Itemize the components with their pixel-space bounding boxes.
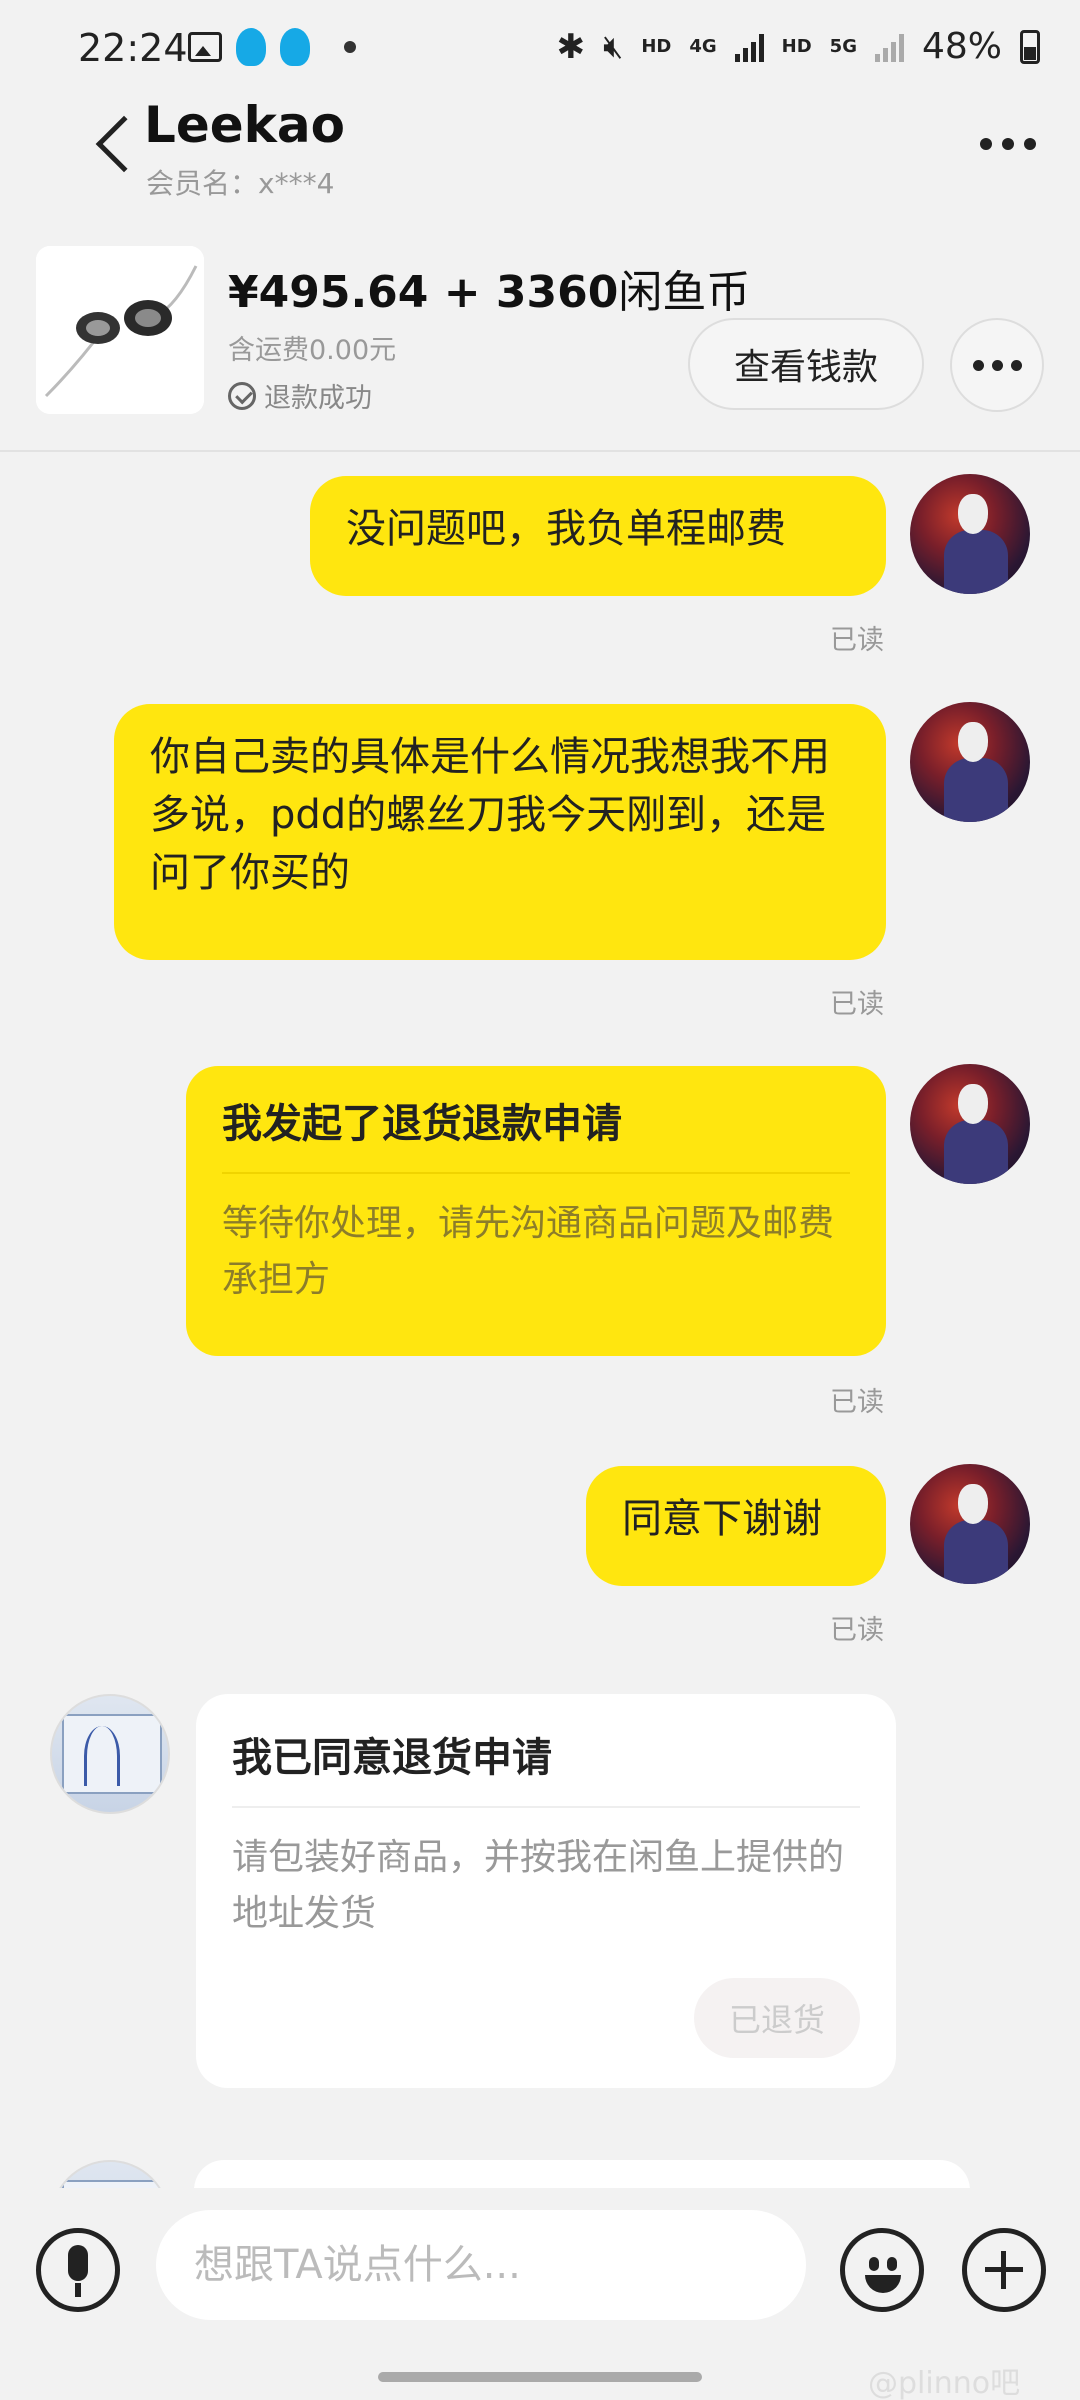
emoji-button[interactable] [840,2228,924,2312]
refund-status-label: 退款成功 [264,383,372,414]
chat-header: Leekao 会员名：x***4 [0,96,1080,226]
return-request-card[interactable]: 我发起了退货退款申请 等待你处理，请先沟通商品问题及邮费承担方 [186,1066,886,1356]
message-bubble[interactable]: 你自己卖的具体是什么情况我想我不用多说，pdd的螺丝刀我今天刚到，还是问了你买的 [114,704,886,960]
watermark: @plinno吧 [868,2366,1021,2400]
card-title: 我发起了退货退款申请 [222,1101,622,1147]
input-bar [0,2188,1080,2338]
card-divider [222,1172,850,1174]
partial-message-card[interactable] [194,2160,970,2188]
product-bar: ¥495.64 + 3360闲鱼币 含运费0.00元 退款成功 查看钱款 [0,226,1080,452]
read-receipt: 已读 [830,989,884,1020]
earphone-image [36,246,204,414]
emoji-eye [887,2257,897,2271]
voice-input-button[interactable] [36,2228,120,2312]
status-right-icons: ✱ 🔇︎ HD 4G HD 5G 48% [557,26,1040,67]
qq-icon-2 [280,28,310,66]
battery-icon [1020,29,1040,64]
signal-icon [734,32,764,62]
message-bubble[interactable]: 同意下谢谢 [586,1466,886,1586]
card-body: 等待你处理，请先沟通商品问题及邮费承担方 [222,1203,835,1300]
qq-icon [236,28,266,66]
product-thumbnail[interactable] [36,246,204,414]
more-options-icon[interactable] [980,138,1036,150]
check-circle-icon [228,381,256,410]
emoji-mouth [865,2275,901,2293]
refund-status: 退款成功 [228,376,372,415]
card-title: 我已同意退货申请 [232,1735,552,1781]
seller-avatar[interactable] [50,1694,170,1814]
hd-label-2: HD [781,35,812,57]
page-title: Leekao [144,96,346,154]
status-bar: 22:24 ✱ 🔇︎ HD 4G HD 5G 48% [0,0,1080,96]
5g-label: 5G [829,35,857,57]
hd-label: HD [641,35,672,57]
gallery-icon [188,32,222,62]
product-price: ¥495.64 + 3360闲鱼币 [228,256,750,320]
read-receipt: 已读 [830,625,884,656]
battery-percent: 48% [921,26,1002,67]
member-name: 会员名：x***4 [146,167,335,200]
bluetooth-icon: ✱ [556,26,586,67]
status-notification-icons [188,28,356,66]
back-button[interactable] [40,96,153,196]
product-more-button[interactable] [950,318,1044,412]
add-attachment-button[interactable] [962,2228,1046,2312]
returned-button[interactable]: 已退货 [694,1978,860,2058]
card-body: 请包装好商品，并按我在闲鱼上提供的地址发货 [232,1837,845,1934]
chat-messages[interactable]: 没问题吧，我负单程邮费 已读 你自己卖的具体是什么情况我想我不用多说，pdd的螺… [0,454,1080,2188]
return-agreed-card[interactable]: 我已同意退货申请 请包装好商品，并按我在闲鱼上提供的地址发货 已退货 [196,1694,896,2088]
mute-icon: 🔇︎ [603,27,624,65]
message-bubble[interactable]: 没问题吧，我负单程邮费 [310,476,886,596]
card-divider [232,1806,860,1808]
my-avatar[interactable] [910,1464,1030,1584]
status-time: 22:24 [78,26,188,70]
read-receipt: 已读 [830,1387,884,1418]
my-avatar[interactable] [910,474,1030,594]
price-currency-suffix: 闲鱼币 [618,267,751,318]
my-avatar[interactable] [910,702,1030,822]
microphone-icon [68,2245,88,2281]
4g-label: 4G [689,35,717,57]
view-payment-button[interactable]: 查看钱款 [688,318,924,410]
seller-avatar[interactable] [50,2160,170,2188]
more-notifications-dot-icon [344,41,356,53]
price-amount: ¥495.64 + 3360 [228,267,619,318]
signal-icon-2 [874,32,904,62]
my-avatar[interactable] [910,1064,1030,1184]
microphone-stand [75,2283,81,2297]
emoji-eye [869,2257,879,2271]
message-input[interactable] [156,2210,806,2320]
read-receipt: 已读 [830,1615,884,1646]
home-indicator[interactable] [378,2372,702,2382]
shipping-info: 含运费0.00元 [228,335,397,366]
